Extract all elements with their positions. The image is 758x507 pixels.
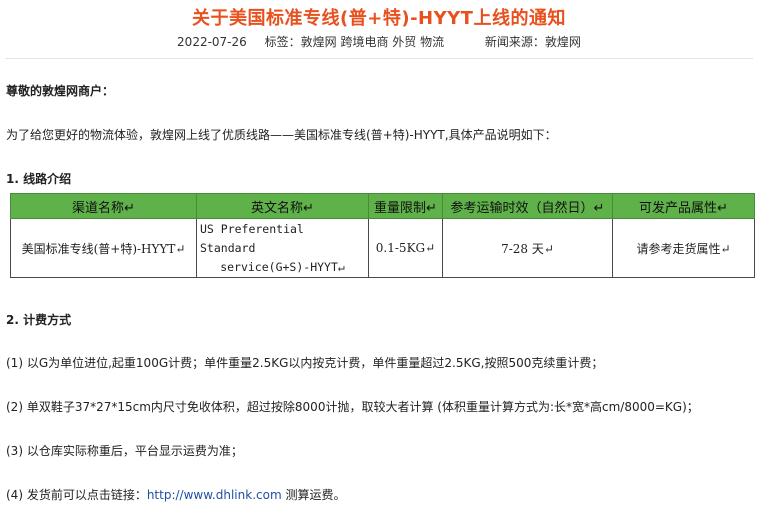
billing-rule-4: (4) 发货前可以点击链接：http://www.dhlink.com 测算运费…: [6, 488, 346, 502]
cell-english-name: US Preferential Standard service(G+S)-HYY…: [196, 218, 369, 278]
section-title-routes: 1. 线路介绍: [6, 172, 72, 186]
header-product-attribute: 可发产品属性↵: [612, 193, 755, 219]
billing-rule-1: (1) 以G为单位进位,起重100G计费；单件重量2.5KG以内按克计费，单件重…: [6, 356, 604, 370]
article-source: 新闻来源：敦煌网: [484, 35, 581, 49]
header-english-name: 英文名称↵: [196, 193, 369, 219]
table-header-row: 渠道名称↵ 英文名称↵ 重量限制↵ 参考运输时效（自然日）↵ 可发产品属性↵: [10, 193, 755, 219]
cell-channel-name: 美国标准专线(普+特)-HYYT↵: [10, 218, 197, 278]
cell-weight-limit: 0.1-5KG↵: [368, 218, 443, 278]
dhlink-link[interactable]: http://www.dhlink.com: [147, 488, 282, 502]
header-transit-time: 参考运输时效（自然日）↵: [442, 193, 613, 219]
cell-transit-time: 7-28 天↵: [442, 218, 613, 278]
cell-product-attribute: 请参考走货属性↵: [612, 218, 755, 278]
billing-rule-3: (3) 以仓库实际称重后，平台显示运费为准；: [6, 444, 243, 458]
article-date: 2022-07-26: [177, 35, 247, 49]
header-divider: [5, 58, 753, 59]
section-title-billing: 2. 计费方式: [6, 313, 72, 327]
greeting: 尊敬的敦煌网商户：: [6, 84, 115, 98]
intro-paragraph: 为了给您更好的物流体验，敦煌网上线了优质线路——美国标准专线(普+特)-HYYT…: [6, 128, 557, 142]
billing-rule-2: (2) 单双鞋子37*27*15cm内尺寸免收体积，超过按除8000计抛，取较大…: [6, 400, 699, 414]
header-channel-name: 渠道名称↵: [10, 193, 197, 219]
article-tags[interactable]: 敦煌网 跨境电商 外贸 物流: [301, 35, 444, 49]
article-meta: 2022-07-26 标签：敦煌网 跨境电商 外贸 物流 新闻来源：敦煌网: [0, 33, 758, 50]
header-weight-limit: 重量限制↵: [368, 193, 443, 219]
tags-label: 标签：敦煌网 跨境电商 外贸 物流: [264, 35, 445, 49]
table-row: 美国标准专线(普+特)-HYYT↵ US Preferential Standa…: [10, 218, 755, 278]
article-title: 关于美国标准专线(普+特)-HYYT上线的通知: [192, 8, 566, 29]
route-table: 渠道名称↵ 英文名称↵ 重量限制↵ 参考运输时效（自然日）↵ 可发产品属性↵ 美…: [10, 193, 755, 278]
